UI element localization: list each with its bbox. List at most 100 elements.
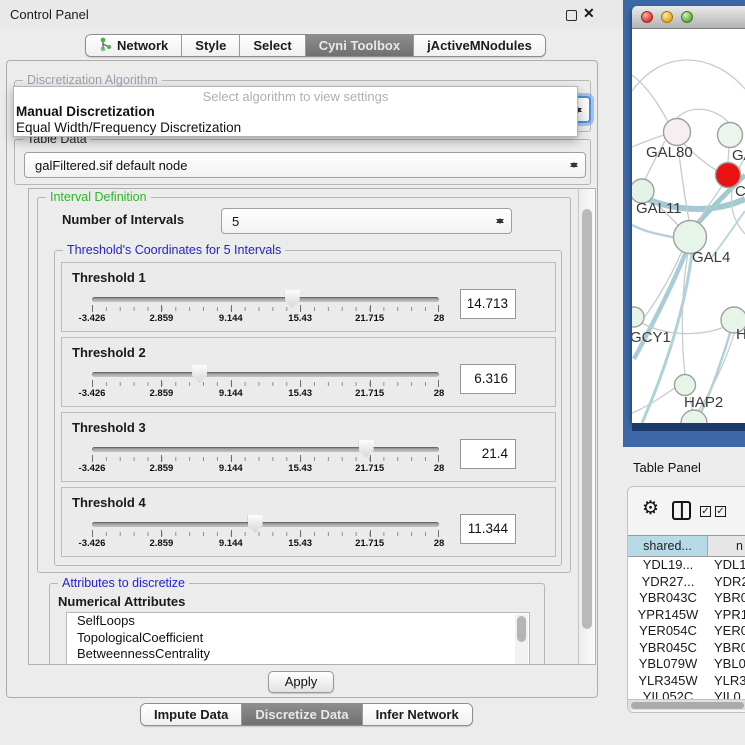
scrollbar-thumb[interactable] <box>631 702 744 709</box>
network-node[interactable] <box>681 410 707 423</box>
interval-definition-group: Interval Definition Number of Intervals … <box>37 197 571 573</box>
settings-vertical-scrollbar[interactable] <box>578 189 595 664</box>
cell[interactable]: YIL052C <box>628 689 708 699</box>
threshold-1-slider[interactable]: -3.426 2.859 9.144 15.43 21.715 28 <box>92 289 439 323</box>
threshold-3-slider[interactable]: -3.426 2.859 9.144 15.43 21.715 28 <box>92 439 439 473</box>
column-header-name[interactable]: n <box>708 536 745 556</box>
node-label: GAL80 <box>646 144 693 161</box>
numerical-attributes-list[interactable]: SelfLoops TopologicalCoefficient Between… <box>66 612 530 665</box>
panel-title: Control Panel <box>10 7 89 22</box>
threshold-2-value-field[interactable]: 6.316 <box>460 364 516 394</box>
slider-track[interactable] <box>92 447 439 452</box>
cell[interactable]: YDR27... <box>628 574 708 591</box>
list-vertical-scrollbar[interactable] <box>515 614 528 665</box>
cell[interactable]: YER054C <box>628 623 708 640</box>
table-row[interactable]: YBL079WYBL0 <box>628 656 745 673</box>
table-row[interactable]: YDL19...YDL1 <box>628 557 745 574</box>
checkbox-icon[interactable]: ✓ <box>700 506 711 517</box>
scrollbar-thumb[interactable] <box>517 616 526 642</box>
tick-label: -3.426 <box>79 463 106 474</box>
float-window-icon[interactable] <box>566 10 577 21</box>
table-data-combo[interactable]: galFiltered.sif default node <box>24 152 586 178</box>
popup-option-manual[interactable]: Manual Discretization <box>14 104 577 120</box>
tab-select[interactable]: Select <box>239 35 304 56</box>
cell[interactable]: YDR2 <box>708 574 745 591</box>
network-node[interactable] <box>718 123 743 148</box>
number-of-intervals-combo[interactable]: 5 <box>221 208 512 234</box>
network-canvas[interactable]: GAL80 GA C GAL11 GAL4 GCY1 H HAP2 <box>632 29 745 423</box>
cell[interactable]: YBR0 <box>708 590 745 607</box>
minimize-traffic-light-icon[interactable] <box>661 11 673 23</box>
tick-label: 21.715 <box>355 388 384 399</box>
gear-icon[interactable]: ⚙ <box>642 497 659 520</box>
slider-track[interactable] <box>92 522 439 527</box>
cell[interactable]: YDL1 <box>708 557 745 574</box>
table-row[interactable]: YDR27...YDR2 <box>628 574 745 591</box>
algorithm-dropdown-popup: Select algorithm to view settings Manual… <box>13 86 578 137</box>
tick-label: 28 <box>434 388 445 399</box>
close-icon[interactable]: ✕ <box>583 5 595 22</box>
close-traffic-light-icon[interactable] <box>641 11 653 23</box>
list-item[interactable]: SelfLoops <box>67 613 529 630</box>
cell[interactable]: YBR043C <box>628 590 708 607</box>
threshold-4-slider[interactable]: -3.426 2.859 9.144 15.43 21.715 28 <box>92 514 439 548</box>
table-horizontal-scrollbar[interactable] <box>628 699 745 710</box>
threshold-4-value-field[interactable]: 11.344 <box>460 514 516 544</box>
tab-jactivemnodules-label: jActiveMNodules <box>427 38 532 53</box>
cell[interactable]: YBR0 <box>708 640 745 657</box>
tick-label: 28 <box>434 313 445 324</box>
cell[interactable]: YLR3 <box>708 673 745 690</box>
table-row[interactable]: YBR045CYBR0 <box>628 640 745 657</box>
zoom-traffic-light-icon[interactable] <box>681 11 693 23</box>
table-header-row: shared... n <box>628 535 745 557</box>
slider-handle[interactable] <box>285 290 300 308</box>
tick-label: 9.144 <box>219 463 243 474</box>
slider-handle[interactable] <box>248 515 263 533</box>
checkbox-icon[interactable]: ✓ <box>715 506 726 517</box>
threshold-2-slider[interactable]: -3.426 2.859 9.144 15.43 21.715 28 <box>92 364 439 398</box>
tab-impute-data[interactable]: Impute Data <box>141 704 241 725</box>
list-item[interactable]: BetweennessCentrality <box>67 646 529 663</box>
table-row[interactable]: YPR145WYPR1 <box>628 607 745 624</box>
slider-handle[interactable] <box>192 365 207 383</box>
cell[interactable]: YBL0 <box>708 656 745 673</box>
tab-jactivemnodules[interactable]: jActiveMNodules <box>413 35 545 56</box>
table-row[interactable]: YIL052CYIL0 <box>628 689 745 699</box>
slider-track[interactable] <box>92 372 439 377</box>
table-row[interactable]: YER054CYER0 <box>628 623 745 640</box>
tab-select-label: Select <box>253 38 291 53</box>
cell[interactable]: YDL19... <box>628 557 708 574</box>
cell[interactable]: YPR1 <box>708 607 745 624</box>
network-node[interactable] <box>675 375 696 396</box>
cell[interactable]: YBL079W <box>628 656 708 673</box>
cell[interactable]: YLR345W <box>628 673 708 690</box>
network-node[interactable] <box>632 307 644 327</box>
tab-style[interactable]: Style <box>181 35 239 56</box>
attributes-group-title: Attributes to discretize <box>58 576 189 590</box>
tick-label: 9.144 <box>219 313 243 324</box>
scrollbar-thumb[interactable] <box>582 209 592 629</box>
network-node[interactable] <box>664 119 691 146</box>
cell[interactable]: YPR145W <box>628 607 708 624</box>
threshold-3-value-field[interactable]: 21.4 <box>460 439 516 469</box>
tab-network[interactable]: Network <box>86 35 181 56</box>
threshold-1-value-field[interactable]: 14.713 <box>460 289 516 319</box>
control-panel: Control Panel ✕ Network Style Select Cyn… <box>0 0 623 745</box>
tab-infer-network[interactable]: Infer Network <box>362 704 472 725</box>
column-header-shared[interactable]: shared... <box>628 536 708 556</box>
cell[interactable]: YER0 <box>708 623 745 640</box>
slider-handle[interactable] <box>359 440 374 458</box>
table-row[interactable]: YBR043CYBR0 <box>628 590 745 607</box>
list-item[interactable]: TopologicalCoefficient <box>67 630 529 647</box>
cell[interactable]: YBR045C <box>628 640 708 657</box>
tab-discretize-data[interactable]: Discretize Data <box>241 704 361 725</box>
table-row[interactable]: YLR345WYLR3 <box>628 673 745 690</box>
apply-button[interactable]: Apply <box>268 671 334 693</box>
columns-icon[interactable] <box>672 501 691 520</box>
cell[interactable]: YIL0 <box>708 689 745 699</box>
popup-option-equal-width[interactable]: Equal Width/Frequency Discretization <box>14 120 577 136</box>
slider-track[interactable] <box>92 297 439 302</box>
tab-cyni-toolbox[interactable]: Cyni Toolbox <box>305 35 413 56</box>
table-rows: YDL19...YDL1 YDR27...YDR2 YBR043CYBR0 YP… <box>628 557 745 699</box>
network-graph[interactable]: GAL80 GA C GAL11 GAL4 GCY1 H HAP2 <box>632 29 745 423</box>
